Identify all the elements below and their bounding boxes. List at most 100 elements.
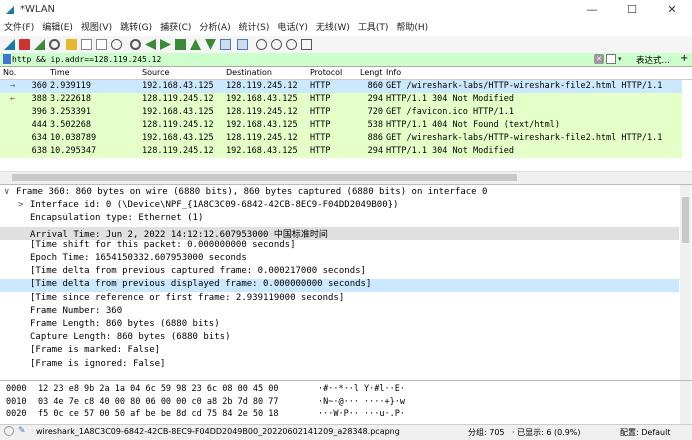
details-scrollbar[interactable] [680,185,691,380]
scrollbar-thumb[interactable] [682,197,689,243]
menu-item[interactable]: 电话(Y) [273,20,312,36]
menu-item[interactable]: 文件(F) [0,20,38,36]
menu-item[interactable]: 帮助(H) [392,20,432,36]
find-packet-icon[interactable] [130,39,141,50]
menu-item[interactable]: 统计(S) [235,20,274,36]
last-packet-icon[interactable] [205,39,216,50]
packet-row[interactable]: ← 388 3.222618 128.119.245.12 192.168.43.125… [0,93,682,106]
packet-cell-len: 294 [367,94,383,104]
column-destination[interactable]: Destination [226,68,272,77]
apply-filter-icon[interactable] [606,54,616,64]
start-capture-icon[interactable] [4,39,15,50]
zoom-in-icon[interactable] [256,39,267,50]
detail-text: [Time delta from previous displayed fram… [30,279,372,290]
go-to-packet-icon[interactable] [175,39,186,50]
minimize-button[interactable]: — [572,0,612,20]
reload-icon[interactable] [111,39,122,50]
status-bar: ✎ wireshark_1A8C3C09-6842-42CB-8EC9-F04D… [0,424,692,440]
packet-details: ∨ Frame 360: 860 bytes on wire (6880 bits… [0,184,692,380]
column-protocol[interactable]: Protocol [310,68,342,77]
menu-item[interactable]: 分析(A) [195,20,234,36]
open-file-icon[interactable] [66,39,77,50]
detail-line[interactable]: Encapsulation type: Ethernet (1) [0,213,679,226]
menu-item[interactable]: 捕获(C) [156,20,195,36]
resize-columns-icon[interactable] [301,39,312,50]
detail-line[interactable]: > Interface id: 0 (\Device\NPF_{1A8C3C09-… [0,200,679,213]
detail-text: Encapsulation type: Ethernet (1) [30,213,204,224]
close-button[interactable]: ✕ [652,0,692,20]
detail-text: Capture Length: 860 bytes (6880 bits) [30,332,231,343]
byte-ascii: ···W·P·· ···u·.P· [318,409,405,419]
detail-line[interactable]: [Time delta from previous displayed fram… [0,279,679,293]
detail-text: Frame Number: 360 [30,305,123,316]
packet-cell-src: 192.168.43.125 [142,133,214,143]
column-length[interactable]: Lengt [360,68,383,77]
maximize-button[interactable]: ☐ [612,0,652,20]
expression-button[interactable]: 表达式… [636,54,670,66]
column-time[interactable]: Time [50,68,70,77]
wireshark-fin-icon [6,6,14,14]
restart-capture-icon[interactable] [34,39,45,50]
column-info[interactable]: Info [386,68,401,77]
go-forward-icon[interactable] [160,39,171,50]
menu-item[interactable]: 视图(V) [77,20,116,36]
byte-row[interactable]: 0020 f5 0c ce 57 00 50 af be be 8d cd 75 … [0,409,679,421]
detail-line[interactable]: [Time since reference or first frame: 2.… [0,293,679,306]
packet-cell-info: HTTP/1.1 304 Not Modified [386,146,514,156]
packet-cell-time: 3.222618 [50,94,91,104]
detail-line[interactable]: [Frame is marked: False] [0,345,679,358]
detail-text: [Time delta from previous captured frame… [30,266,366,277]
stop-capture-icon[interactable] [19,39,30,50]
go-back-icon[interactable] [145,39,156,50]
bookmark-filter-icon[interactable] [3,54,11,64]
menu-item[interactable]: 工具(T) [354,20,393,36]
detail-line[interactable]: [Time shift for this packet: 0.000000000… [0,240,679,253]
detail-line[interactable]: [Time delta from previous captured frame… [0,266,679,279]
packet-cell-no: 360 [31,81,47,91]
expert-info-icon[interactable] [4,426,14,436]
byte-ascii: ·#··*··l Y·#l··E· [318,384,405,394]
packet-row[interactable]: → 360 2.939119 192.168.43.125 128.119.245.12… [0,80,682,93]
detail-line[interactable]: Arrival Time: Jun 2, 2022 14:12:12.60795… [0,226,679,240]
autoscroll-icon[interactable] [220,39,231,50]
detail-line[interactable]: ∨ Frame 360: 860 bytes on wire (6880 bits… [0,187,679,200]
detail-line[interactable]: Epoch Time: 1654150332.607953000 seconds [0,253,679,266]
tree-expander-icon[interactable]: ∨ [4,187,9,197]
packet-cell-dst: 192.168.43.125 [226,94,298,104]
menu-item[interactable]: 跳转(G) [116,20,156,36]
main-toolbar [0,36,692,54]
byte-row[interactable]: 0010 03 4e 7e c8 40 00 80 06 00 00 c0 a8 … [0,397,679,409]
tree-expander-icon[interactable]: > [18,200,23,210]
byte-row[interactable]: 0000 12 23 e8 9b 2a 1a 04 6c 59 98 23 6c … [0,384,679,396]
packet-row[interactable]: 444 3.502268 128.119.245.12 192.168.43.125 H… [0,119,682,132]
profile-label[interactable]: 配置: Default [620,427,670,438]
save-file-icon[interactable] [81,39,92,50]
colorize-icon[interactable] [237,39,248,50]
packet-row[interactable]: 638 10.295347 128.119.245.12 192.168.43.125… [0,145,682,158]
zoom-out-icon[interactable] [271,39,282,50]
zoom-normal-icon[interactable] [286,39,297,50]
packet-row[interactable]: 634 10.038789 192.168.43.125 128.119.245.12… [0,132,682,145]
capture-options-icon[interactable] [49,39,60,50]
filter-history-dropdown[interactable]: ▾ [618,55,622,63]
detail-line[interactable]: Capture Length: 860 bytes (6880 bits) [0,332,679,345]
first-packet-icon[interactable] [190,39,201,50]
menu-item[interactable]: 编辑(E) [38,20,77,36]
column-no[interactable]: No. [3,68,16,77]
byte-offset: 0020 [6,409,27,419]
packet-cell-len: 538 [367,120,383,130]
detail-line[interactable]: Frame Length: 860 bytes (6880 bits) [0,319,679,332]
detail-line[interactable]: [Frame is ignored: False] [0,359,679,372]
scrollbar-thumb[interactable] [12,174,517,181]
packet-row[interactable]: 396 3.253391 192.168.43.125 128.119.245.12 H… [0,106,682,119]
capture-comment-icon[interactable]: ✎ [18,426,26,436]
bytes-scrollbar[interactable] [680,381,691,425]
detail-line[interactable]: Frame Number: 360 [0,306,679,319]
display-filter-input[interactable] [12,53,592,66]
add-filter-button[interactable]: + [680,53,688,64]
column-source[interactable]: Source [142,68,169,77]
menu-item[interactable]: 无线(W) [312,20,354,36]
close-file-icon[interactable] [96,39,107,50]
clear-filter-icon[interactable]: ✕ [594,54,604,64]
packet-list-scrollbar[interactable] [0,171,692,183]
